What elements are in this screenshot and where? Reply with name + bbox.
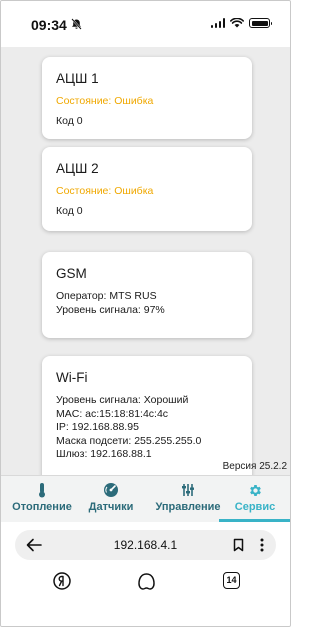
gear-icon xyxy=(249,484,261,496)
wifi-signal: Уровень сигнала: Хороший xyxy=(56,394,189,406)
signal-icon xyxy=(210,18,225,28)
card-adc-2: АЦШ 2 Состояние: Ошибка Код 0 xyxy=(42,147,252,231)
more-icon[interactable] xyxy=(260,537,264,553)
bottom-nav: Отопление Датчики Управление Сервис xyxy=(1,475,290,522)
card-adc-1: АЦШ 1 Состояние: Ошибка Код 0 xyxy=(42,57,252,139)
nav-service[interactable]: Сервис xyxy=(227,482,283,513)
nav-label: Управление xyxy=(155,501,221,513)
wifi-mask: Маска подсети: 255.255.255.0 xyxy=(56,434,202,447)
version-label: Версия 25.2.2 xyxy=(222,461,287,472)
status-icons xyxy=(210,18,272,28)
card-code: Код 0 xyxy=(56,114,83,127)
battery-icon xyxy=(249,18,272,28)
card-wifi: Wi-Fi Уровень сигнала: Хороший MAC: ac:1… xyxy=(42,356,252,475)
wifi-mac: MAC: ac:15:18:81:4c:4c xyxy=(56,407,169,420)
card-state: Состояние: Ошибка xyxy=(56,185,154,197)
nav-label: Сервис xyxy=(234,501,276,513)
gsm-operator: Оператор: MTS RUS xyxy=(56,290,157,302)
card-title: АЦШ 2 xyxy=(56,161,99,176)
card-title: АЦШ 1 xyxy=(56,71,99,86)
wifi-ip: IP: 192.168.88.95 xyxy=(56,421,139,433)
nav-sensors[interactable]: Датчики xyxy=(83,482,139,513)
browser-toolbar: 192.168.4.1 14 xyxy=(1,522,290,626)
main-content[interactable]: АЦШ 1 Состояние: Ошибка Код 0 АЦШ 2 Сост… xyxy=(1,47,290,475)
card-title: Wi-Fi xyxy=(56,370,88,385)
gsm-signal: Уровень сигнала: 97% xyxy=(56,303,165,316)
bookmark-icon[interactable] xyxy=(233,538,244,552)
browser-bottom-icons: 14 xyxy=(1,572,290,596)
status-time: 09:34 xyxy=(31,17,67,33)
gauge-icon xyxy=(104,483,118,497)
yandex-icon[interactable] xyxy=(53,572,71,590)
nav-label: Датчики xyxy=(88,501,134,513)
card-gsm: GSM Оператор: MTS RUS Уровень сигнала: 9… xyxy=(42,252,252,338)
address-bar[interactable]: 192.168.4.1 xyxy=(15,530,276,560)
bell-slash-icon xyxy=(71,18,82,30)
status-bar: 09:34 xyxy=(1,1,290,47)
app-frame: 09:34 АЦШ 1 Состояние: Ошибка Код 0 АЦШ … xyxy=(0,0,291,627)
card-code: Код 0 xyxy=(56,204,83,217)
card-state: Состояние: Ошибка xyxy=(56,95,154,107)
nav-heating[interactable]: Отопление xyxy=(9,482,75,513)
alice-icon[interactable] xyxy=(137,572,156,591)
nav-control[interactable]: Управление xyxy=(151,482,225,513)
card-title: GSM xyxy=(56,266,87,281)
tabs-icon[interactable]: 14 xyxy=(223,572,240,589)
thermometer-icon xyxy=(39,483,45,498)
sliders-icon xyxy=(182,484,194,496)
wifi-icon xyxy=(230,18,244,28)
nav-label: Отопление xyxy=(12,501,72,513)
wifi-gateway: Шлюз: 192.168.88.1 xyxy=(56,448,152,460)
